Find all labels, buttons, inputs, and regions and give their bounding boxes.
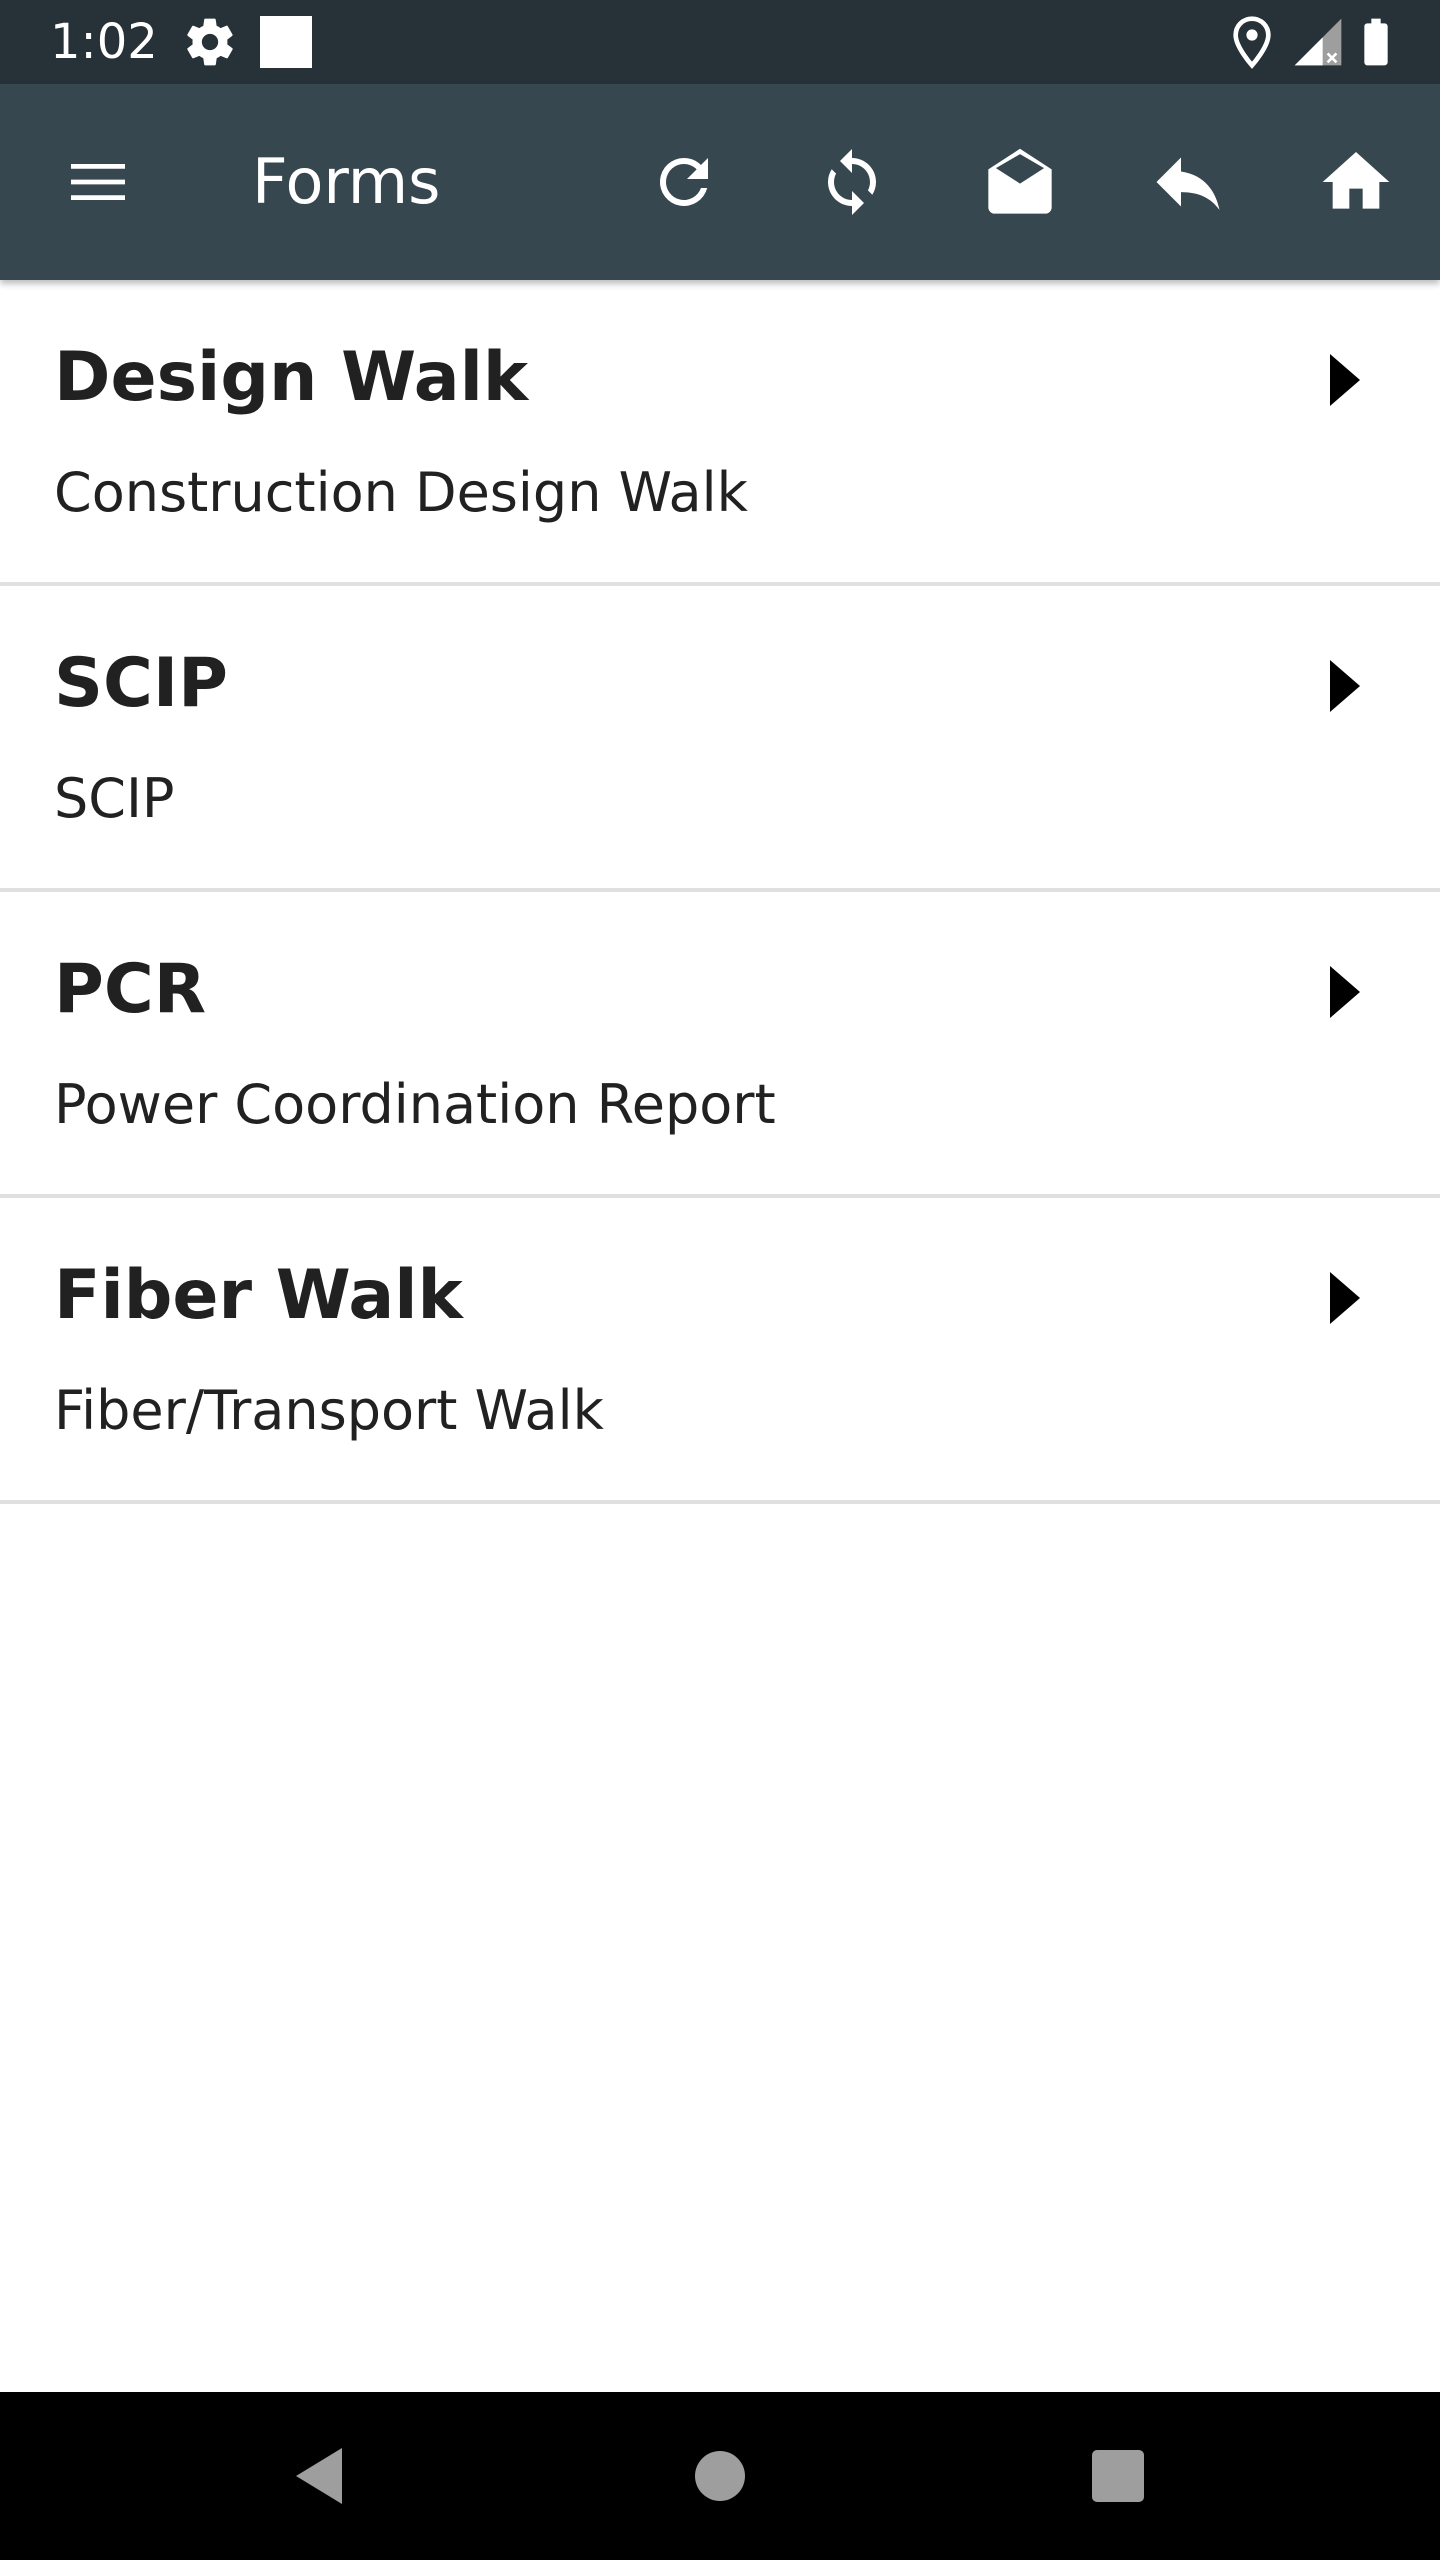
list-item[interactable]: PCR Power Coordination Report — [0, 892, 1440, 1198]
recents-icon[interactable] — [1068, 2426, 1168, 2526]
home-circle-icon[interactable] — [670, 2426, 770, 2526]
form-subtitle: SCIP — [54, 767, 175, 830]
chevron-right-icon — [1322, 962, 1366, 1022]
list-item[interactable]: Design Walk Construction Design Walk — [0, 280, 1440, 586]
chevron-right-icon — [1322, 350, 1366, 410]
chevron-right-icon — [1322, 1268, 1366, 1328]
form-subtitle: Power Coordination Report — [54, 1073, 776, 1136]
square-notification-icon — [258, 14, 314, 70]
form-title: PCR — [54, 950, 207, 1029]
form-title: SCIP — [54, 644, 229, 723]
status-bar: 1:02 — [0, 0, 1440, 84]
gear-icon — [182, 14, 238, 70]
reply-icon[interactable] — [1144, 138, 1232, 226]
back-icon[interactable] — [270, 2426, 370, 2526]
system-nav-bar — [0, 2392, 1440, 2560]
form-subtitle: Fiber/Transport Walk — [54, 1379, 604, 1442]
form-title: Fiber Walk — [54, 1256, 463, 1335]
home-icon[interactable] — [1312, 138, 1400, 226]
app-toolbar: Forms — [0, 84, 1440, 280]
open-envelope-icon[interactable] — [976, 138, 1064, 226]
forms-list: Design Walk Construction Design Walk SCI… — [0, 280, 1440, 1504]
status-time: 1:02 — [50, 14, 158, 70]
form-subtitle: Construction Design Walk — [54, 461, 748, 524]
location-icon — [1224, 14, 1280, 70]
list-item[interactable]: Fiber Walk Fiber/Transport Walk — [0, 1198, 1440, 1504]
signal-icon — [1290, 14, 1346, 70]
form-title: Design Walk — [54, 338, 529, 417]
page-title: Forms — [252, 145, 441, 218]
refresh-icon[interactable] — [640, 138, 728, 226]
battery-icon — [1348, 14, 1404, 70]
list-item[interactable]: SCIP SCIP — [0, 586, 1440, 892]
menu-icon[interactable] — [54, 138, 142, 226]
chevron-right-icon — [1322, 656, 1366, 716]
sync-icon[interactable] — [808, 138, 896, 226]
